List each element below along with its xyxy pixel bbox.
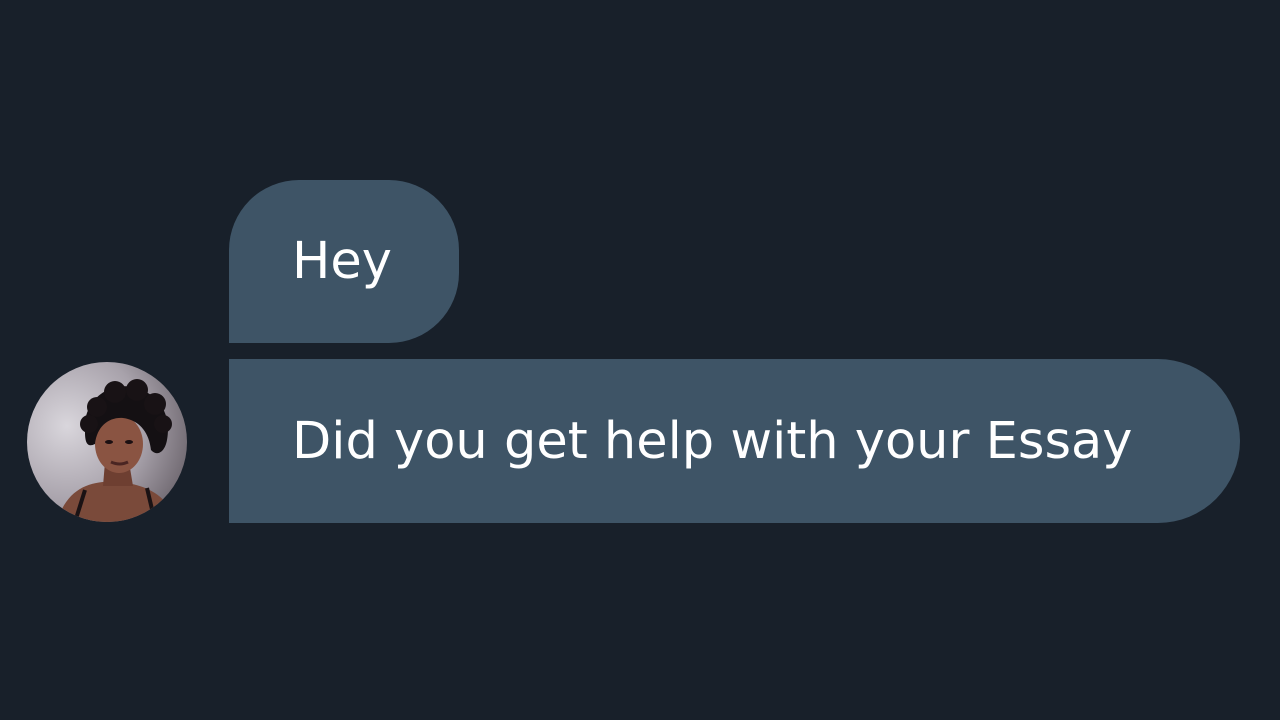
- avatar[interactable]: [27, 362, 187, 522]
- message-bubble: Hey: [229, 180, 459, 343]
- chat-thread: Hey Did you get help with your Essay: [0, 0, 1280, 720]
- message-text: Hey: [292, 232, 392, 291]
- profile-photo-icon: [27, 362, 187, 522]
- message-bubble: Did you get help with your Essay: [229, 359, 1240, 523]
- message-text: Did you get help with your Essay: [292, 411, 1133, 471]
